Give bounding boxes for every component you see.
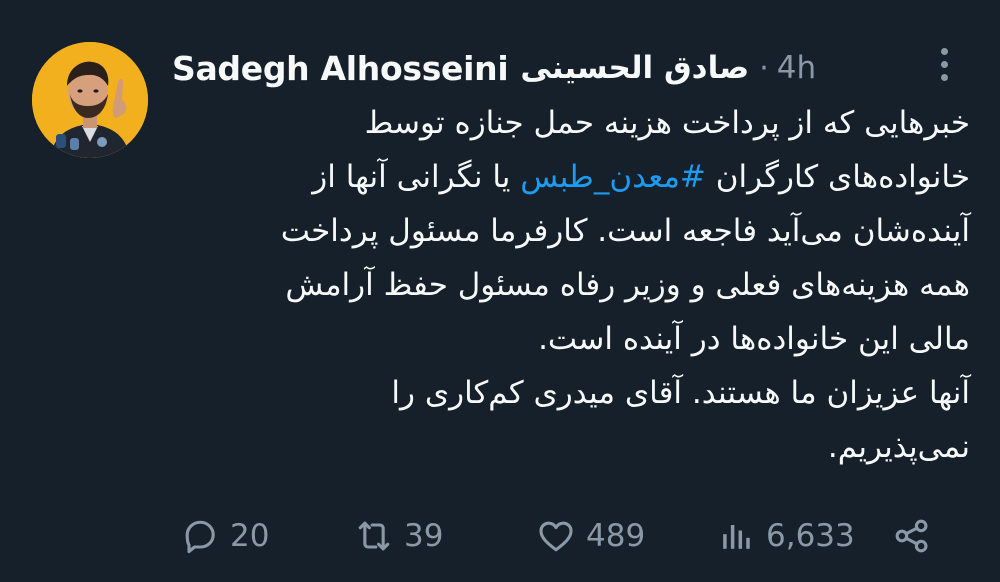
separator-dot: · [759, 50, 769, 86]
avatar[interactable] [32, 42, 148, 158]
views-icon [723, 525, 750, 549]
more-vertical-icon[interactable] [930, 44, 960, 84]
tweet-line-text: خانواده‌های کارگران [705, 159, 970, 195]
tweet-line: همه هزینه‌های فعلی و وزیر رفاه مسئول حفظ… [285, 267, 970, 303]
reply-button[interactable]: 20 [178, 510, 269, 562]
like-button[interactable]: 489 [534, 510, 645, 562]
like-count: 489 [586, 518, 646, 554]
reply-count: 20 [230, 518, 270, 554]
hashtag-link[interactable]: #معدن_طبس [520, 159, 706, 195]
author-name-native[interactable]: صادق الحسینی [520, 50, 749, 86]
tweet-line: خبرهایی که از پرداخت هزینه حمل جنازه توس… [364, 105, 970, 141]
retweet-icon [358, 521, 390, 551]
tweet-line: نمی‌پذیریم. [827, 429, 970, 465]
action-bar: 20 39 489 6,633 [0, 510, 1000, 562]
reply-icon [185, 520, 215, 554]
tweet-card[interactable]: Sadegh Alhosseini صادق الحسینی · 4h خبره… [0, 0, 1000, 582]
tweet-line: آنها عزیزان ما هستند. آقای میدری کم‌کاری… [391, 375, 970, 411]
tweet-line: خانواده‌های کارگران #معدن_طبس یا نگرانی … [170, 150, 970, 204]
retweet-button[interactable]: 39 [352, 510, 443, 562]
share-icon [895, 519, 928, 553]
tweet-text: خبرهایی که از پرداخت هزینه حمل جنازه توس… [170, 96, 970, 474]
tweet-line: آینده‌شان می‌آید فاجعه است. کارفرما مسئو… [280, 213, 970, 249]
share-button[interactable] [890, 510, 942, 562]
views-count: 6,633 [766, 518, 855, 554]
tweet-line: مالی این خانواده‌ها در آینده است. [538, 321, 970, 357]
tweet-header: Sadegh Alhosseini صادق الحسینی · 4h [172, 44, 816, 92]
tweet-time[interactable]: 4h [777, 50, 816, 86]
avatar-image [32, 42, 148, 158]
author-name[interactable]: Sadegh Alhosseini [172, 49, 509, 88]
views-button[interactable]: 6,633 [714, 510, 855, 562]
tweet-line-text: یا نگرانی آنها از [312, 159, 521, 195]
retweet-count: 39 [404, 518, 444, 554]
heart-icon [539, 521, 573, 552]
